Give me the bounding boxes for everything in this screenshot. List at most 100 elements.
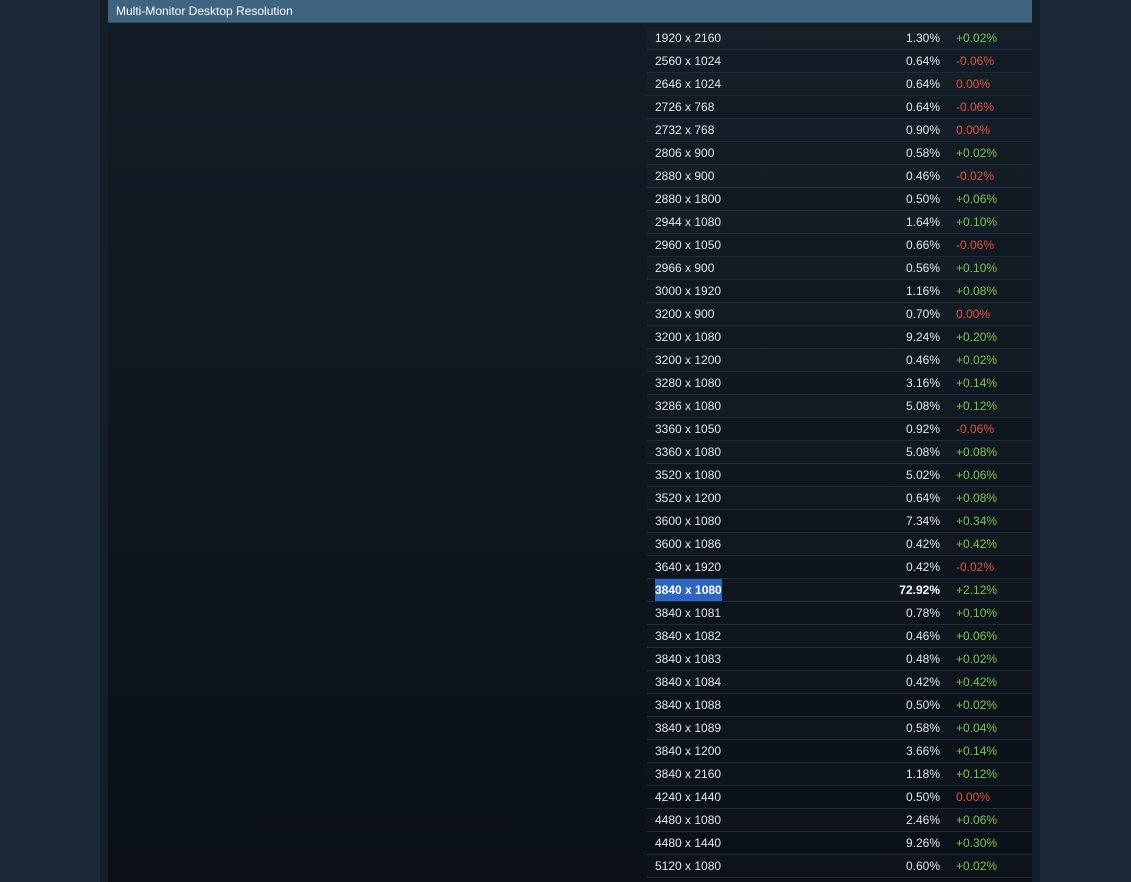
- resolution-label: 2880 x 1800: [655, 192, 722, 206]
- resolution-label: 3840 x 1082: [655, 629, 722, 643]
- change-value: +0.06%: [956, 192, 998, 206]
- resolution-label: 3360 x 1080: [655, 445, 722, 459]
- change-value: +0.06%: [956, 629, 998, 643]
- table-row[interactable]: 1920 x 2160 1.30% +0.02%: [647, 27, 1032, 50]
- table-row[interactable]: 2880 x 1800 0.50% +0.06%: [647, 188, 1032, 211]
- percentage-value: 7.34%: [905, 514, 940, 528]
- percentage-value: 0.46%: [905, 353, 940, 367]
- panel-title: Multi-Monitor Desktop Resolution: [116, 4, 293, 18]
- resolution-label: 3520 x 1200: [655, 491, 722, 505]
- resolution-label: 2944 x 1080: [655, 215, 722, 229]
- percentage-value: 0.66%: [905, 238, 940, 252]
- resolution-label: 3360 x 1050: [655, 422, 722, 436]
- resolution-label: 3840 x 1080: [655, 579, 722, 601]
- resolution-label: 4480 x 1440: [655, 836, 722, 850]
- table-row[interactable]: 3520 x 1080 5.02% +0.06%: [647, 464, 1032, 487]
- table-row[interactable]: 5120 x 1080 0.60% +0.02%: [647, 855, 1032, 878]
- table-row[interactable]: 3600 x 1080 7.34% +0.34%: [647, 510, 1032, 533]
- percentage-value: 5.02%: [905, 468, 940, 482]
- resolution-label: 2726 x 768: [655, 100, 715, 114]
- percentage-value: 0.50%: [905, 698, 940, 712]
- table-row[interactable]: 2726 x 768 0.64% -0.06%: [647, 96, 1032, 119]
- table-row[interactable]: 3840 x 1088 0.50% +0.02%: [647, 694, 1032, 717]
- table-row[interactable]: 4480 x 1440 9.26% +0.30%: [647, 832, 1032, 855]
- resolution-label: 3840 x 1084: [655, 675, 722, 689]
- percentage-value: 0.64%: [905, 54, 940, 68]
- resolution-label: 2960 x 1050: [655, 238, 722, 252]
- percentage-value: 0.46%: [905, 169, 940, 183]
- table-row[interactable]: 3840 x 1083 0.48% +0.02%: [647, 648, 1032, 671]
- table-row[interactable]: 3640 x 1920 0.42% -0.02%: [647, 556, 1032, 579]
- table-row[interactable]: 3840 x 1200 3.66% +0.14%: [647, 740, 1032, 763]
- table-row[interactable]: 2944 x 1080 1.64% +0.10%: [647, 211, 1032, 234]
- percentage-value: 0.70%: [905, 307, 940, 321]
- percentage-value: 72.92%: [899, 583, 940, 597]
- table-row[interactable]: 2732 x 768 0.90% 0.00%: [647, 119, 1032, 142]
- percentage-value: 0.60%: [905, 859, 940, 873]
- change-value: +0.02%: [956, 31, 998, 45]
- table-row[interactable]: 3000 x 1920 1.16% +0.08%: [647, 280, 1032, 303]
- table-row[interactable]: 3520 x 1200 0.64% +0.08%: [647, 487, 1032, 510]
- table-row[interactable]: 3840 x 1089 0.58% +0.04%: [647, 717, 1032, 740]
- change-value: +0.20%: [956, 330, 998, 344]
- percentage-value: 5.08%: [905, 445, 940, 459]
- resolution-label: 3840 x 1089: [655, 721, 722, 735]
- resolution-label: 2560 x 1024: [655, 54, 722, 68]
- percentage-value: 5.08%: [905, 399, 940, 413]
- change-value: +0.06%: [956, 468, 998, 482]
- percentage-value: 0.48%: [905, 652, 940, 666]
- table-row[interactable]: 3360 x 1050 0.92% -0.06%: [647, 418, 1032, 441]
- change-value: +0.08%: [956, 491, 998, 505]
- table-row[interactable]: 3840 x 1082 0.46% +0.06%: [647, 625, 1032, 648]
- resolution-label: 3840 x 1088: [655, 698, 722, 712]
- table-row[interactable]: 3840 x 1084 0.42% +0.42%: [647, 671, 1032, 694]
- resolution-label: 2806 x 900: [655, 146, 715, 160]
- change-value: +0.02%: [956, 859, 998, 873]
- table-row[interactable]: 4480 x 1080 2.46% +0.06%: [647, 809, 1032, 832]
- table-row[interactable]: 2880 x 900 0.46% -0.02%: [647, 165, 1032, 188]
- change-value: -0.02%: [956, 169, 995, 183]
- table-row[interactable]: 3840 x 2160 1.18% +0.12%: [647, 763, 1032, 786]
- table-row[interactable]: 3200 x 900 0.70% 0.00%: [647, 303, 1032, 326]
- table-row[interactable]: 3360 x 1080 5.08% +0.08%: [647, 441, 1032, 464]
- resolution-label: 2732 x 768: [655, 123, 715, 137]
- change-value: +0.10%: [956, 606, 998, 620]
- change-value: +0.04%: [956, 721, 998, 735]
- table-row[interactable]: 2646 x 1024 0.64% 0.00%: [647, 73, 1032, 96]
- percentage-value: 1.18%: [905, 767, 940, 781]
- table-row[interactable]: 2966 x 900 0.56% +0.10%: [647, 257, 1032, 280]
- resolution-list: 1920 x 2160 1.30% +0.02% 2560 x 1024 0.64% -0…: [647, 27, 1032, 878]
- change-value: 0.00%: [956, 123, 991, 137]
- change-value: +0.02%: [956, 698, 998, 712]
- change-value: +0.08%: [956, 445, 998, 459]
- table-row[interactable]: 3286 x 1080 5.08% +0.12%: [647, 395, 1032, 418]
- change-value: 0.00%: [956, 790, 991, 804]
- table-row[interactable]: 2560 x 1024 0.64% -0.06%: [647, 50, 1032, 73]
- change-value: +0.30%: [956, 836, 998, 850]
- change-value: -0.02%: [956, 560, 995, 574]
- change-value: +0.12%: [956, 767, 998, 781]
- change-value: -0.06%: [956, 54, 995, 68]
- table-row[interactable]: 2806 x 900 0.58% +0.02%: [647, 142, 1032, 165]
- change-value: 0.00%: [956, 77, 991, 91]
- change-value: +0.02%: [956, 353, 998, 367]
- change-value: -0.06%: [956, 422, 995, 436]
- resolution-label: 4240 x 1440: [655, 790, 722, 804]
- table-row[interactable]: 2960 x 1050 0.66% -0.06%: [647, 234, 1032, 257]
- table-row[interactable]: 3600 x 1086 0.42% +0.42%: [647, 533, 1032, 556]
- percentage-value: 0.42%: [905, 560, 940, 574]
- resolution-label: 3286 x 1080: [655, 399, 722, 413]
- table-row[interactable]: 3200 x 1080 9.24% +0.20%: [647, 326, 1032, 349]
- table-row[interactable]: 4240 x 1440 0.50% 0.00%: [647, 786, 1032, 809]
- change-value: +0.02%: [956, 146, 998, 160]
- panel-header[interactable]: Multi-Monitor Desktop Resolution: [108, 0, 1032, 23]
- percentage-value: 0.90%: [905, 123, 940, 137]
- table-row[interactable]: 3200 x 1200 0.46% +0.02%: [647, 349, 1032, 372]
- table-row[interactable]: 3840 x 1080 72.92% +2.12%: [647, 579, 1032, 602]
- change-value: -0.06%: [956, 100, 995, 114]
- table-row[interactable]: 3280 x 1080 3.16% +0.14%: [647, 372, 1032, 395]
- resolution-label: 3000 x 1920: [655, 284, 722, 298]
- table-row[interactable]: 3840 x 1081 0.78% +0.10%: [647, 602, 1032, 625]
- resolution-label: 3200 x 1080: [655, 330, 722, 344]
- percentage-value: 1.30%: [905, 31, 940, 45]
